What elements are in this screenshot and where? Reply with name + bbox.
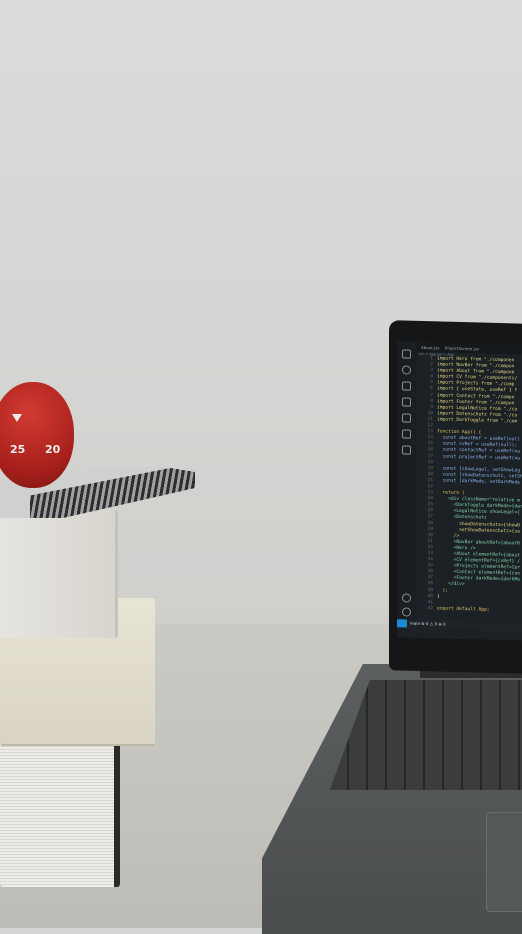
settings-gear-icon[interactable] [402, 607, 411, 617]
status-text: main ⊗ 0 ⚠ 0 ⊕ 0 [410, 620, 446, 627]
tab-about[interactable]: About.jsx [421, 345, 440, 350]
line-number: 42 [427, 605, 433, 612]
extensions-icon[interactable] [402, 413, 411, 423]
code-text: ); [437, 587, 449, 594]
activity-bar [397, 341, 417, 622]
timer-mark-25: 25 [10, 443, 26, 456]
account-icon[interactable] [402, 593, 411, 603]
run-debug-icon[interactable] [402, 397, 411, 407]
code-text: } [437, 594, 440, 600]
code-text: import DarkToggle from "./com [437, 417, 518, 425]
code-line[interactable]: 42 export default App; [419, 606, 522, 615]
code-text: </div> [437, 581, 465, 588]
touchpad[interactable] [486, 812, 522, 912]
tomato-timer[interactable] [0, 382, 74, 488]
book-top [0, 510, 118, 638]
remote-icon[interactable] [402, 445, 411, 455]
search-icon[interactable] [402, 365, 411, 375]
code-text: const projectRef = useRef(nu [437, 453, 520, 462]
remote-indicator[interactable] [397, 619, 407, 628]
code-text: export default App; [437, 606, 490, 613]
timer-mark-20: 20 [45, 443, 61, 456]
code-text: /> [437, 533, 460, 539]
code-text: <Hero /> [437, 545, 476, 552]
timer-pointer-icon [12, 414, 22, 422]
laptop-screen[interactable]: About.jsx ProjectScreen.jsx src > App.js… [397, 341, 522, 641]
source-control-icon[interactable] [402, 381, 411, 391]
code-text: return ( [437, 490, 465, 497]
code-editor[interactable]: 1 import Hero from "./componen 2 import Nav… [419, 356, 522, 615]
explorer-icon[interactable] [402, 349, 411, 359]
docker-icon[interactable] [402, 429, 411, 439]
book-bottom [0, 735, 120, 887]
status-bar: main ⊗ 0 ⚠ 0 ⊕ 0 [397, 619, 522, 631]
tab-projectscreen[interactable]: ProjectScreen.jsx [445, 346, 479, 352]
code-text: const [darkMode, setDarkMode [437, 478, 520, 486]
